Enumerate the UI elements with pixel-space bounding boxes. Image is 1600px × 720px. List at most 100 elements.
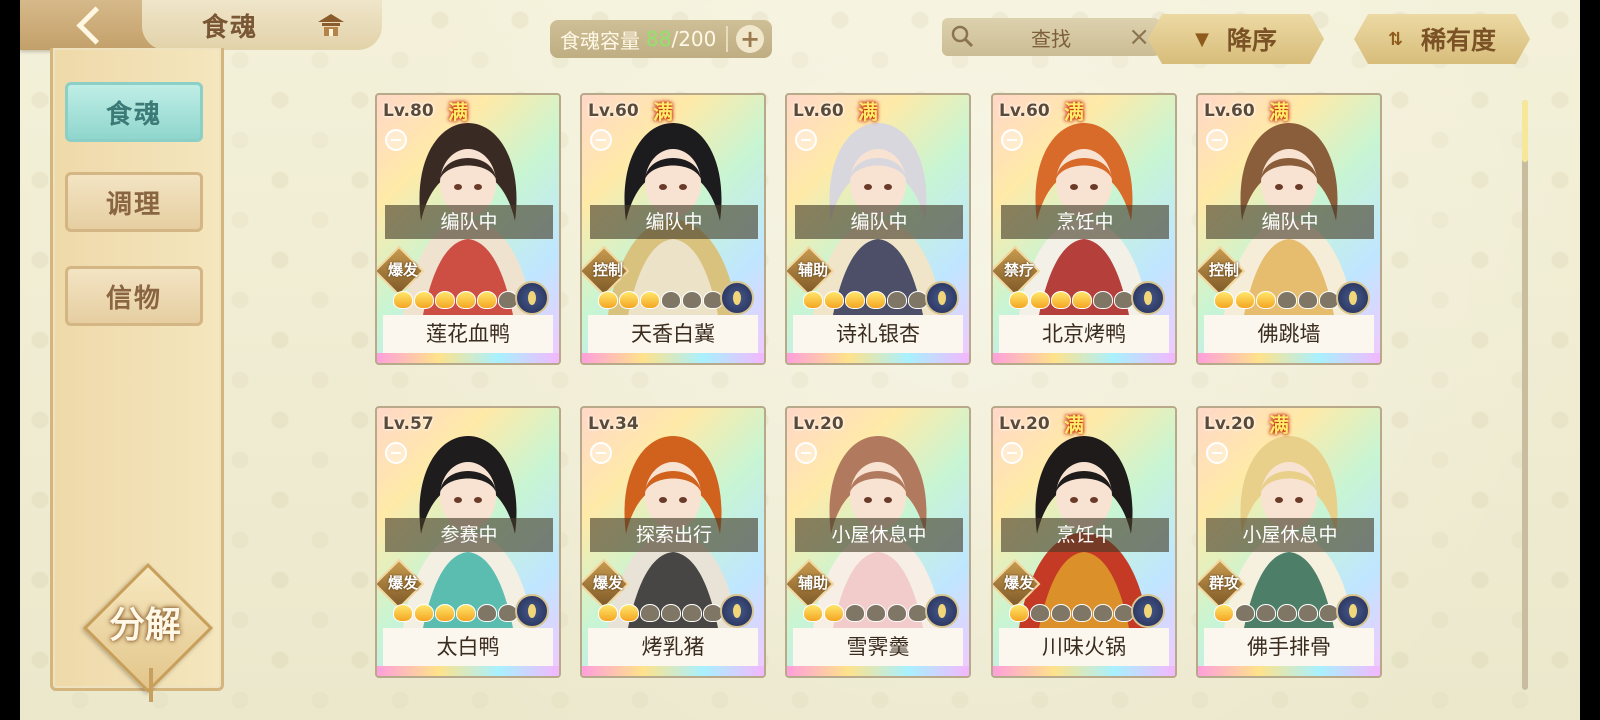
star-icon <box>1256 291 1276 309</box>
star-icon <box>1093 291 1113 309</box>
tab-tokens[interactable]: 信物 <box>65 266 203 326</box>
level-label: Lv.57 <box>383 414 434 434</box>
star-icon <box>1214 604 1234 622</box>
sort-order-label: 降序 <box>1226 26 1277 55</box>
lock-icon[interactable] <box>1206 442 1228 464</box>
element-icon <box>515 281 549 315</box>
decompose-label[interactable]: 分解 <box>82 596 208 648</box>
star-icon <box>477 604 497 622</box>
role-label: 群攻 <box>1208 574 1239 592</box>
search-box[interactable]: 查找 × <box>942 18 1160 56</box>
star-icon <box>1256 604 1276 622</box>
level-label: Lv.60 <box>588 101 639 121</box>
search-icon <box>951 25 974 48</box>
sort-order-button[interactable]: ▼ 降序 <box>1148 14 1324 64</box>
role-badge: 爆发 <box>377 558 425 610</box>
star-icon <box>661 604 681 622</box>
star-rating <box>598 604 723 622</box>
sort-field-button[interactable]: ⇅ 稀有度 <box>1354 14 1530 64</box>
max-level-badge: 满 <box>1064 413 1084 437</box>
lock-icon[interactable] <box>795 129 817 151</box>
role-badge: 禁疗 <box>993 245 1041 297</box>
element-icon <box>1131 281 1165 315</box>
food-soul-card[interactable]: Lv.60 满编队中 辅助 诗礼银杏 <box>785 93 971 365</box>
search-placeholder: 查找 <box>1031 26 1071 51</box>
level-label: Lv.60 <box>1204 101 1255 121</box>
max-level-badge: 满 <box>1269 100 1289 124</box>
star-rating <box>1214 604 1339 622</box>
role-badge: 群攻 <box>1198 558 1246 610</box>
rarity-strip <box>787 666 969 676</box>
food-soul-card[interactable]: Lv.20 满小屋休息中 群攻 佛手排骨 <box>1196 406 1382 678</box>
star-icon <box>661 291 681 309</box>
star-rating <box>1214 291 1339 309</box>
food-soul-card[interactable]: Lv.34 探索出行 爆发 烤乳猪 <box>580 406 766 678</box>
scrollbar-thumb[interactable] <box>1522 100 1528 162</box>
tab-food-souls[interactable]: 食魂 <box>65 82 203 142</box>
lock-icon[interactable] <box>795 442 817 464</box>
food-soul-card[interactable]: Lv.60 满编队中 控制 佛跳墙 <box>1196 93 1382 365</box>
screen-edge <box>1580 0 1600 720</box>
max-level-badge: 满 <box>653 100 673 124</box>
rarity-strip <box>377 353 559 363</box>
food-soul-card[interactable]: Lv.20 小屋休息中 辅助 雪霁羹 <box>785 406 971 678</box>
star-icon <box>1051 604 1071 622</box>
lock-icon[interactable] <box>385 442 407 464</box>
rarity-strip <box>993 353 1175 363</box>
level-label: Lv.34 <box>588 414 639 434</box>
element-icon <box>1131 594 1165 628</box>
rarity-strip <box>787 353 969 363</box>
capacity-total: /200 <box>671 27 717 51</box>
food-soul-name: 太白鸭 <box>383 628 553 666</box>
role-label: 辅助 <box>797 574 828 592</box>
lock-icon[interactable] <box>1206 129 1228 151</box>
lock-icon[interactable] <box>1001 129 1023 151</box>
star-icon <box>824 291 844 309</box>
tab-label: 食魂 <box>105 99 162 130</box>
role-label: 爆发 <box>387 261 418 279</box>
food-soul-name: 川味火锅 <box>999 628 1169 666</box>
role-label: 辅助 <box>797 261 828 279</box>
star-icon <box>803 604 823 622</box>
element-icon <box>720 594 754 628</box>
star-icon <box>414 291 434 309</box>
star-icon <box>887 604 907 622</box>
rarity-strip <box>1198 666 1380 676</box>
food-soul-card[interactable]: Lv.20 满烹饪中 爆发 川味火锅 <box>991 406 1177 678</box>
home-pavilion-icon[interactable] <box>316 12 346 38</box>
lock-icon[interactable] <box>590 442 612 464</box>
star-icon <box>1072 604 1092 622</box>
food-soul-card[interactable]: Lv.60 满烹饪中 禁疗 北京烤鸭 <box>991 93 1177 365</box>
lock-icon[interactable] <box>590 129 612 151</box>
lock-icon[interactable] <box>1001 442 1023 464</box>
role-badge: 爆发 <box>993 558 1041 610</box>
add-capacity-button[interactable]: + <box>736 25 764 53</box>
status-banner: 探索出行 <box>590 518 758 552</box>
food-soul-name: 北京烤鸭 <box>999 315 1169 353</box>
triangle-down-icon: ▼ <box>1195 28 1209 50</box>
level-label: Lv.60 <box>999 101 1050 121</box>
star-icon <box>435 604 455 622</box>
role-label: 爆发 <box>1003 574 1034 592</box>
element-icon <box>925 281 959 315</box>
back-button[interactable] <box>20 0 160 50</box>
clear-icon[interactable]: × <box>1128 22 1150 52</box>
food-soul-card[interactable]: Lv.57 参赛中 爆发 太白鸭 <box>375 406 561 678</box>
food-soul-card[interactable]: Lv.80 满编队中 爆发 莲花血鸭 <box>375 93 561 365</box>
status-banner: 编队中 <box>590 205 758 239</box>
star-icon <box>640 604 660 622</box>
rarity-strip <box>582 353 764 363</box>
tab-cooking[interactable]: 调理 <box>65 172 203 232</box>
food-soul-name: 诗礼银杏 <box>793 315 963 353</box>
star-icon <box>1093 604 1113 622</box>
star-icon <box>598 604 618 622</box>
star-icon <box>1277 604 1297 622</box>
lock-icon[interactable] <box>385 129 407 151</box>
rarity-strip <box>993 666 1175 676</box>
food-soul-card[interactable]: Lv.60 满编队中 控制 天香白冀 <box>580 93 766 365</box>
status-banner: 烹饪中 <box>1001 518 1169 552</box>
status-banner: 编队中 <box>1206 205 1374 239</box>
scrollbar[interactable] <box>1522 100 1528 690</box>
level-label: Lv.80 <box>383 101 434 121</box>
page-title-text: 食魂 <box>202 12 259 43</box>
